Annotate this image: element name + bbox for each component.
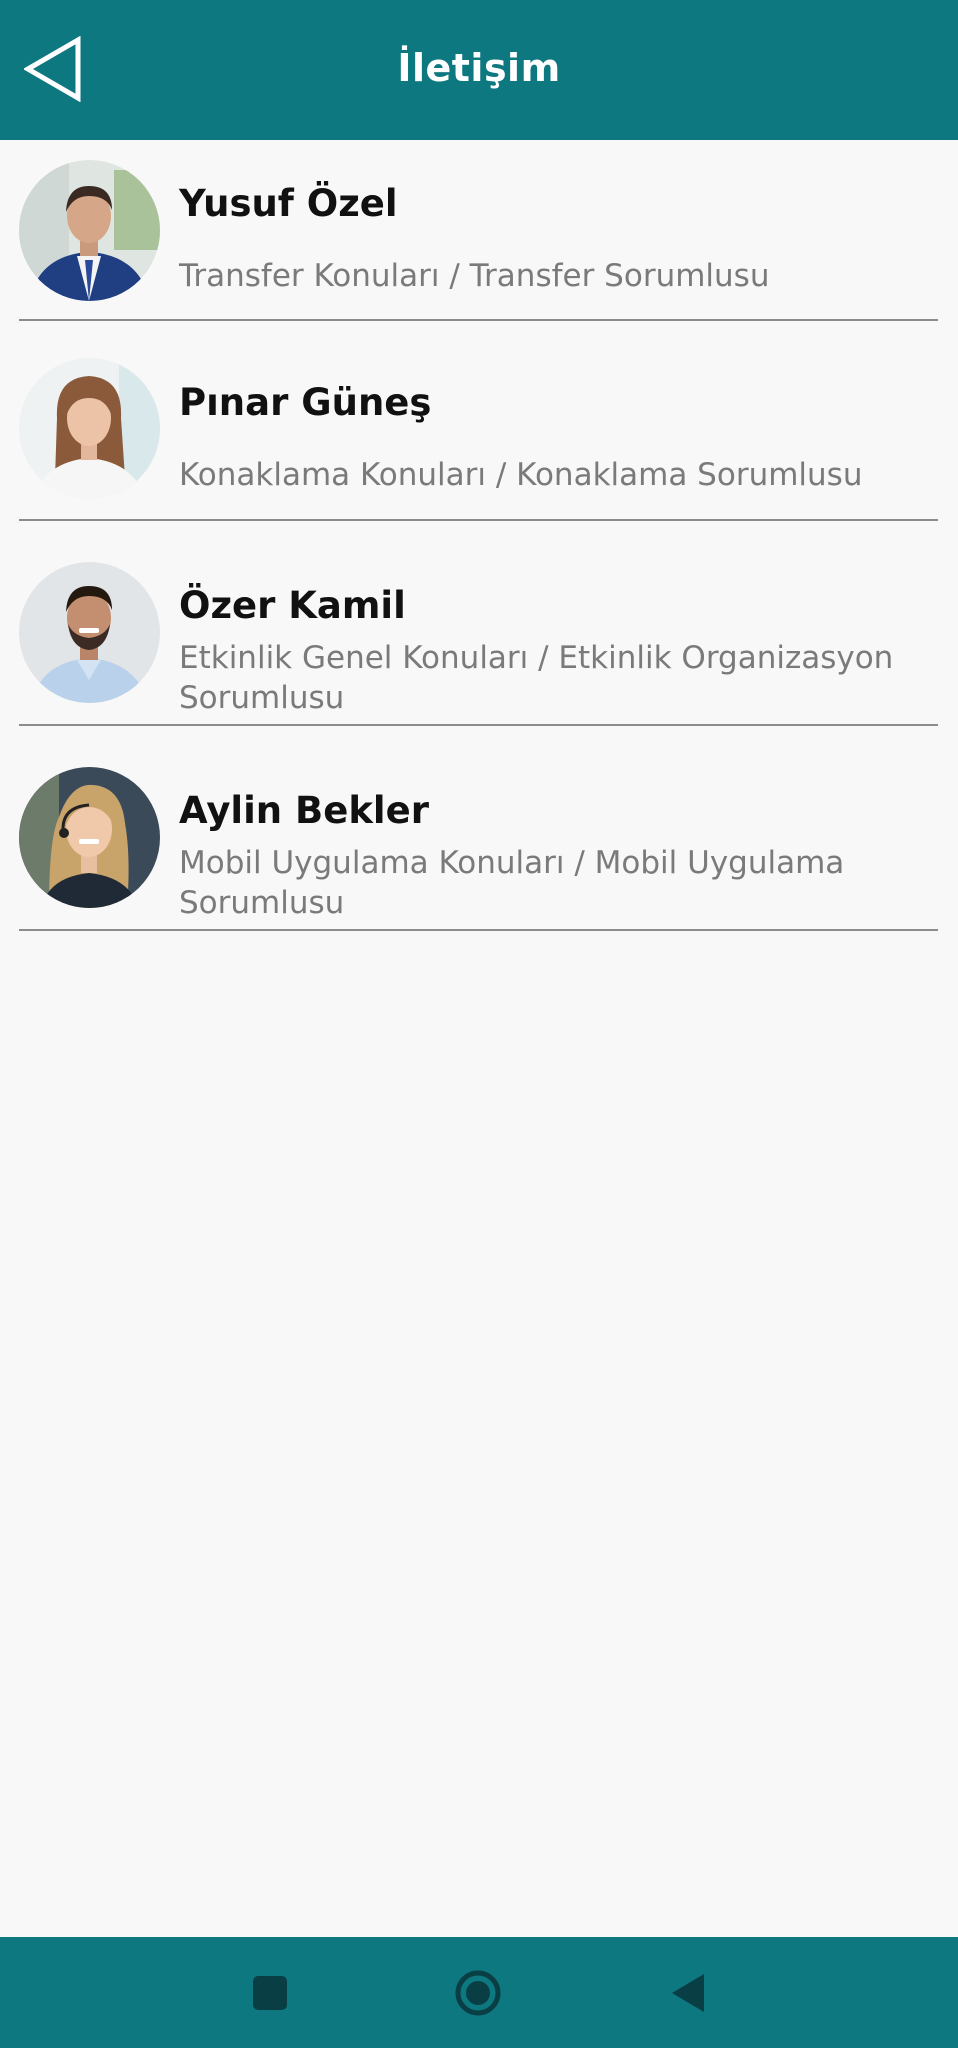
avatar	[19, 160, 160, 301]
contact-name: Özer Kamil	[179, 584, 406, 627]
contact-name: Yusuf Özel	[179, 182, 398, 225]
avatar	[19, 562, 160, 703]
contact-role: Etkinlik Genel Konuları / Etkinlik Organ…	[179, 640, 894, 716]
contact-name: Pınar Güneş	[179, 381, 432, 424]
divider	[19, 929, 938, 931]
contact-role: Mobil Uygulama Konuları / Mobil Uygulama…	[179, 845, 845, 921]
page-title: İletişim	[397, 46, 561, 90]
contact-item-pinar-gunes[interactable]: Pınar Güneş Konaklama Konuları / Konakla…	[0, 320, 958, 521]
contact-item-ozer-kamil[interactable]: Özer Kamil Etkinlik Genel Konuları / Etk…	[0, 520, 958, 726]
avatar	[19, 767, 160, 908]
circle-icon	[455, 1970, 501, 2015]
app-bar: İletişim	[0, 0, 958, 140]
avatar	[19, 358, 160, 499]
square-icon	[253, 1975, 287, 2010]
triangle-back-icon	[672, 1973, 704, 2012]
contact-item-yusuf-ozel[interactable]: Yusuf Özel Transfer Konuları / Transfer …	[0, 140, 958, 321]
system-nav-bar	[0, 1937, 958, 2048]
system-back-button[interactable]	[648, 1937, 728, 2048]
contact-role: Konaklama Konuları / Konaklama Sorumlusu	[179, 457, 863, 493]
contact-item-aylin-bekler[interactable]: Aylin Bekler Mobil Uygulama Konuları / M…	[0, 725, 958, 931]
contact-role: Transfer Konuları / Transfer Sorumlusu	[179, 258, 770, 294]
contact-name: Aylin Bekler	[179, 789, 429, 832]
home-button[interactable]	[438, 1937, 518, 2048]
recents-button[interactable]	[230, 1937, 310, 2048]
